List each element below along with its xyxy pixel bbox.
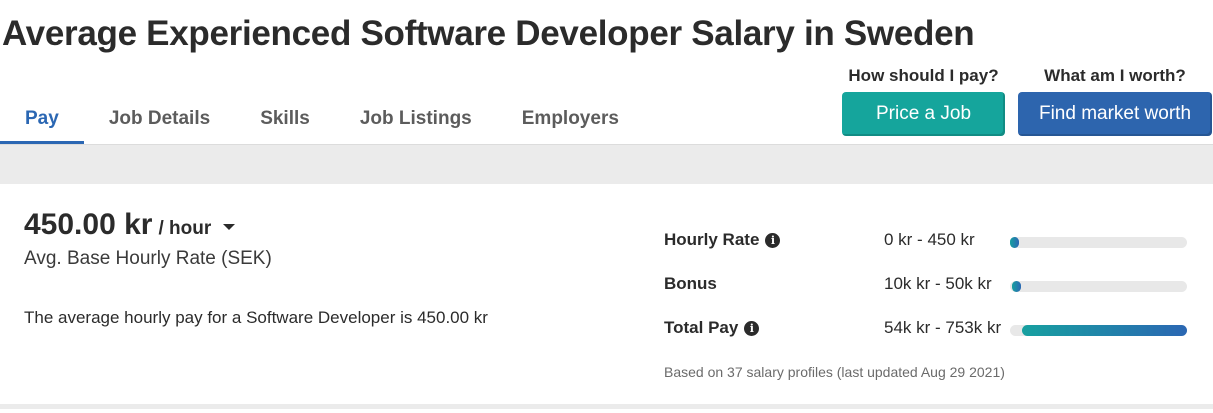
metric-total-pay: Total Pay i 54k kr - 753k kr	[664, 318, 1194, 342]
section-divider-band	[0, 144, 1213, 184]
tab-employers[interactable]: Employers	[497, 98, 644, 144]
chevron-down-icon[interactable]	[223, 224, 236, 230]
metric-label: Bonus	[664, 274, 717, 293]
hourly-rate-caption: Avg. Base Hourly Rate (SEK)	[24, 248, 272, 269]
tab-job-details[interactable]: Job Details	[84, 98, 235, 144]
market-worth-question: What am I worth?	[1044, 66, 1186, 85]
metric-hourly-rate: Hourly Rate i 0 kr - 450 kr	[664, 230, 1194, 254]
metric-label: Hourly Rate	[664, 230, 760, 249]
page-title: Average Experienced Software Developer S…	[2, 14, 975, 53]
info-icon[interactable]: i	[744, 320, 760, 336]
price-job-block: How should I pay? Price a Job	[842, 66, 1005, 136]
price-job-question: How should I pay?	[848, 66, 999, 85]
range-bar-track	[1010, 325, 1187, 336]
hourly-rate-headline: 450.00 kr / hour	[24, 208, 236, 242]
tab-job-listings[interactable]: Job Listings	[335, 98, 497, 144]
price-a-job-button[interactable]: Price a Job	[842, 92, 1005, 136]
tab-skills[interactable]: Skills	[235, 98, 335, 144]
metric-range: 54k kr - 753k kr	[884, 318, 1002, 337]
range-bar-track	[1010, 281, 1187, 292]
metric-range: 10k kr - 50k kr	[884, 274, 992, 293]
tab-pay[interactable]: Pay	[0, 98, 84, 144]
pay-summary-card: 450.00 kr / hour Avg. Base Hourly Rate (…	[0, 184, 1213, 409]
metric-label: Total Pay	[664, 318, 739, 337]
tab-bar: Pay Job Details Skills Job Listings Empl…	[0, 98, 644, 144]
metric-bonus: Bonus 10k kr - 50k kr	[664, 274, 1194, 298]
range-bar-fill	[1022, 325, 1187, 336]
range-bar-track	[1010, 237, 1187, 248]
range-bar-fill	[1010, 237, 1019, 248]
metric-range: 0 kr - 450 kr	[884, 230, 975, 249]
market-worth-block: What am I worth? Find market worth	[1018, 66, 1212, 136]
summary-text: The average hourly pay for a Software De…	[24, 308, 488, 327]
info-icon[interactable]: i	[765, 232, 781, 248]
hourly-rate-value: 450.00 kr	[24, 208, 153, 241]
salary-profiles-footnote: Based on 37 salary profiles (last update…	[664, 364, 1005, 380]
range-bar-fill	[1011, 281, 1021, 292]
find-market-worth-button[interactable]: Find market worth	[1018, 92, 1212, 136]
pay-period-unit[interactable]: / hour	[158, 218, 211, 240]
